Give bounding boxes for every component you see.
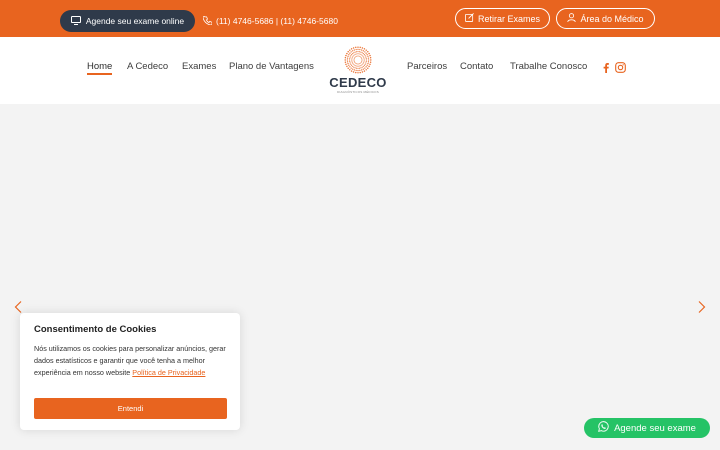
edit-icon: [465, 13, 474, 24]
logo-tagline: DIAGNÓSTICOS MÉDICOS: [337, 90, 379, 94]
nav-contato[interactable]: Contato: [460, 61, 493, 72]
active-nav-indicator: [87, 73, 112, 75]
whatsapp-schedule-button[interactable]: Agende seu exame: [584, 418, 710, 438]
schedule-online-label: Agende seu exame online: [85, 16, 185, 26]
nav-exames[interactable]: Exames: [182, 61, 216, 72]
cookie-title: Consentimento de Cookies: [34, 324, 157, 335]
cedeco-logo[interactable]: CEDECO DIAGNÓSTICOS MÉDICOS: [327, 45, 389, 97]
instagram-icon[interactable]: [615, 62, 626, 73]
accept-cookies-button[interactable]: Entendi: [34, 398, 227, 419]
doctor-area-button[interactable]: Área do Médico: [556, 8, 655, 29]
whatsapp-icon: [598, 421, 609, 435]
main-navigation: Home A Cedeco Exames Plano de Vantagens …: [0, 37, 720, 104]
cookie-text: Nós utilizamos os cookies para personali…: [34, 343, 230, 379]
retrieve-results-label: Retirar Exames: [477, 13, 540, 24]
nav-a-cedeco[interactable]: A Cedeco: [127, 61, 168, 72]
phone-numbers-label: (11) 4746-5686 | (11) 4746-5680: [216, 16, 338, 26]
chevron-left-icon[interactable]: [12, 300, 26, 314]
top-bar: Agende seu exame online (11) 4746-5686 |…: [0, 0, 720, 37]
nav-home[interactable]: Home: [87, 61, 112, 72]
privacy-policy-link[interactable]: Política de Privacidade: [132, 368, 205, 377]
monitor-icon: [70, 15, 81, 27]
facebook-icon[interactable]: [600, 62, 611, 73]
logo-name: CEDECO: [329, 75, 387, 90]
user-icon: [567, 13, 577, 24]
retrieve-results-button[interactable]: Retirar Exames: [455, 8, 550, 29]
chevron-right-icon[interactable]: [694, 300, 708, 314]
doctor-area-label: Área do Médico: [580, 13, 644, 24]
cookie-consent-dialog: Consentimento de Cookies Nós utilizamos …: [20, 313, 240, 430]
phone-numbers[interactable]: (11) 4746-5686 | (11) 4746-5680: [202, 10, 338, 32]
nav-plano-de-vantagens[interactable]: Plano de Vantagens: [229, 61, 314, 72]
schedule-online-button[interactable]: Agende seu exame online: [60, 10, 195, 32]
logo-mark: [344, 46, 372, 74]
phone-icon: [202, 15, 213, 27]
nav-parceiros[interactable]: Parceiros: [407, 61, 447, 72]
whatsapp-label: Agende seu exame: [614, 422, 696, 434]
nav-trabalhe-conosco[interactable]: Trabalhe Conosco: [510, 61, 587, 72]
